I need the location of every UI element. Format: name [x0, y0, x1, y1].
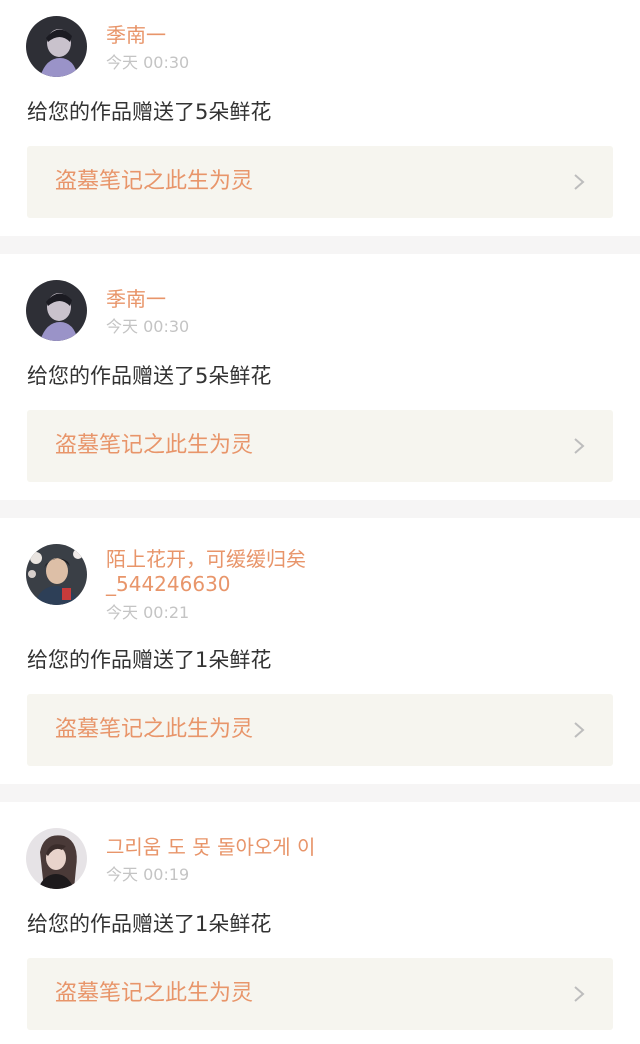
notification-card: 그리움 도 못 돌아오게 이 今天 00:19 给您的作品赠送了1朵鲜花 盗墓笔…: [0, 802, 640, 1044]
chevron-right-icon: [574, 722, 585, 738]
chevron-right-icon: [574, 986, 585, 1002]
chevron-right-icon: [574, 174, 585, 190]
user-name[interactable]: 陌上花开，可缓缓归矣: [106, 547, 306, 572]
portrait-with-flowers-avatar: [26, 544, 87, 605]
timestamp: 今天 00:30: [106, 317, 190, 336]
work-title: 盗墓笔记之此生为灵: [55, 717, 254, 742]
notification-card: 季南一 今天 00:30 给您的作品赠送了5朵鲜花 盗墓笔记之此生为灵: [0, 254, 640, 500]
chevron-right-icon: [574, 438, 585, 454]
gift-message: 给您的作品赠送了5朵鲜花: [27, 100, 272, 124]
user-name-line2[interactable]: _544246630: [106, 572, 231, 597]
user-name[interactable]: 季南一: [106, 23, 166, 48]
notification-feed: 季南一 今天 00:30 给您的作品赠送了5朵鲜花 盗墓笔记之此生为灵 季南一 …: [0, 0, 640, 1044]
timestamp: 今天 00:30: [106, 53, 190, 72]
work-link[interactable]: 盗墓笔记之此生为灵: [27, 694, 613, 766]
work-link[interactable]: 盗墓笔记之此生为灵: [27, 146, 613, 218]
user-avatar[interactable]: [26, 280, 87, 341]
notification-card: 陌上花开，可缓缓归矣 _544246630 今天 00:21 给您的作品赠送了1…: [0, 518, 640, 784]
user-name[interactable]: 季南一: [106, 287, 166, 312]
work-link[interactable]: 盗墓笔记之此生为灵: [27, 410, 613, 482]
timestamp: 今天 00:19: [106, 865, 190, 884]
gift-message: 给您的作品赠送了1朵鲜花: [27, 912, 272, 936]
user-avatar[interactable]: [26, 544, 87, 605]
user-avatar[interactable]: [26, 16, 87, 77]
user-avatar[interactable]: [26, 828, 87, 889]
notification-card: 季南一 今天 00:30 给您的作品赠送了5朵鲜花 盗墓笔记之此生为灵: [0, 0, 640, 236]
work-link[interactable]: 盗墓笔记之此生为灵: [27, 958, 613, 1030]
dark-portrait-avatar: [26, 280, 87, 341]
work-title: 盗墓笔记之此生为灵: [55, 981, 254, 1006]
work-title: 盗墓笔记之此生为灵: [55, 433, 254, 458]
work-title: 盗墓笔记之此生为灵: [55, 169, 254, 194]
timestamp: 今天 00:21: [106, 603, 190, 622]
user-name[interactable]: 그리움 도 못 돌아오게 이: [106, 835, 315, 860]
gift-message: 给您的作品赠送了1朵鲜花: [27, 648, 272, 672]
gift-message: 给您的作品赠送了5朵鲜花: [27, 364, 272, 388]
girl-portrait-avatar: [26, 828, 87, 889]
dark-portrait-avatar: [26, 16, 87, 77]
